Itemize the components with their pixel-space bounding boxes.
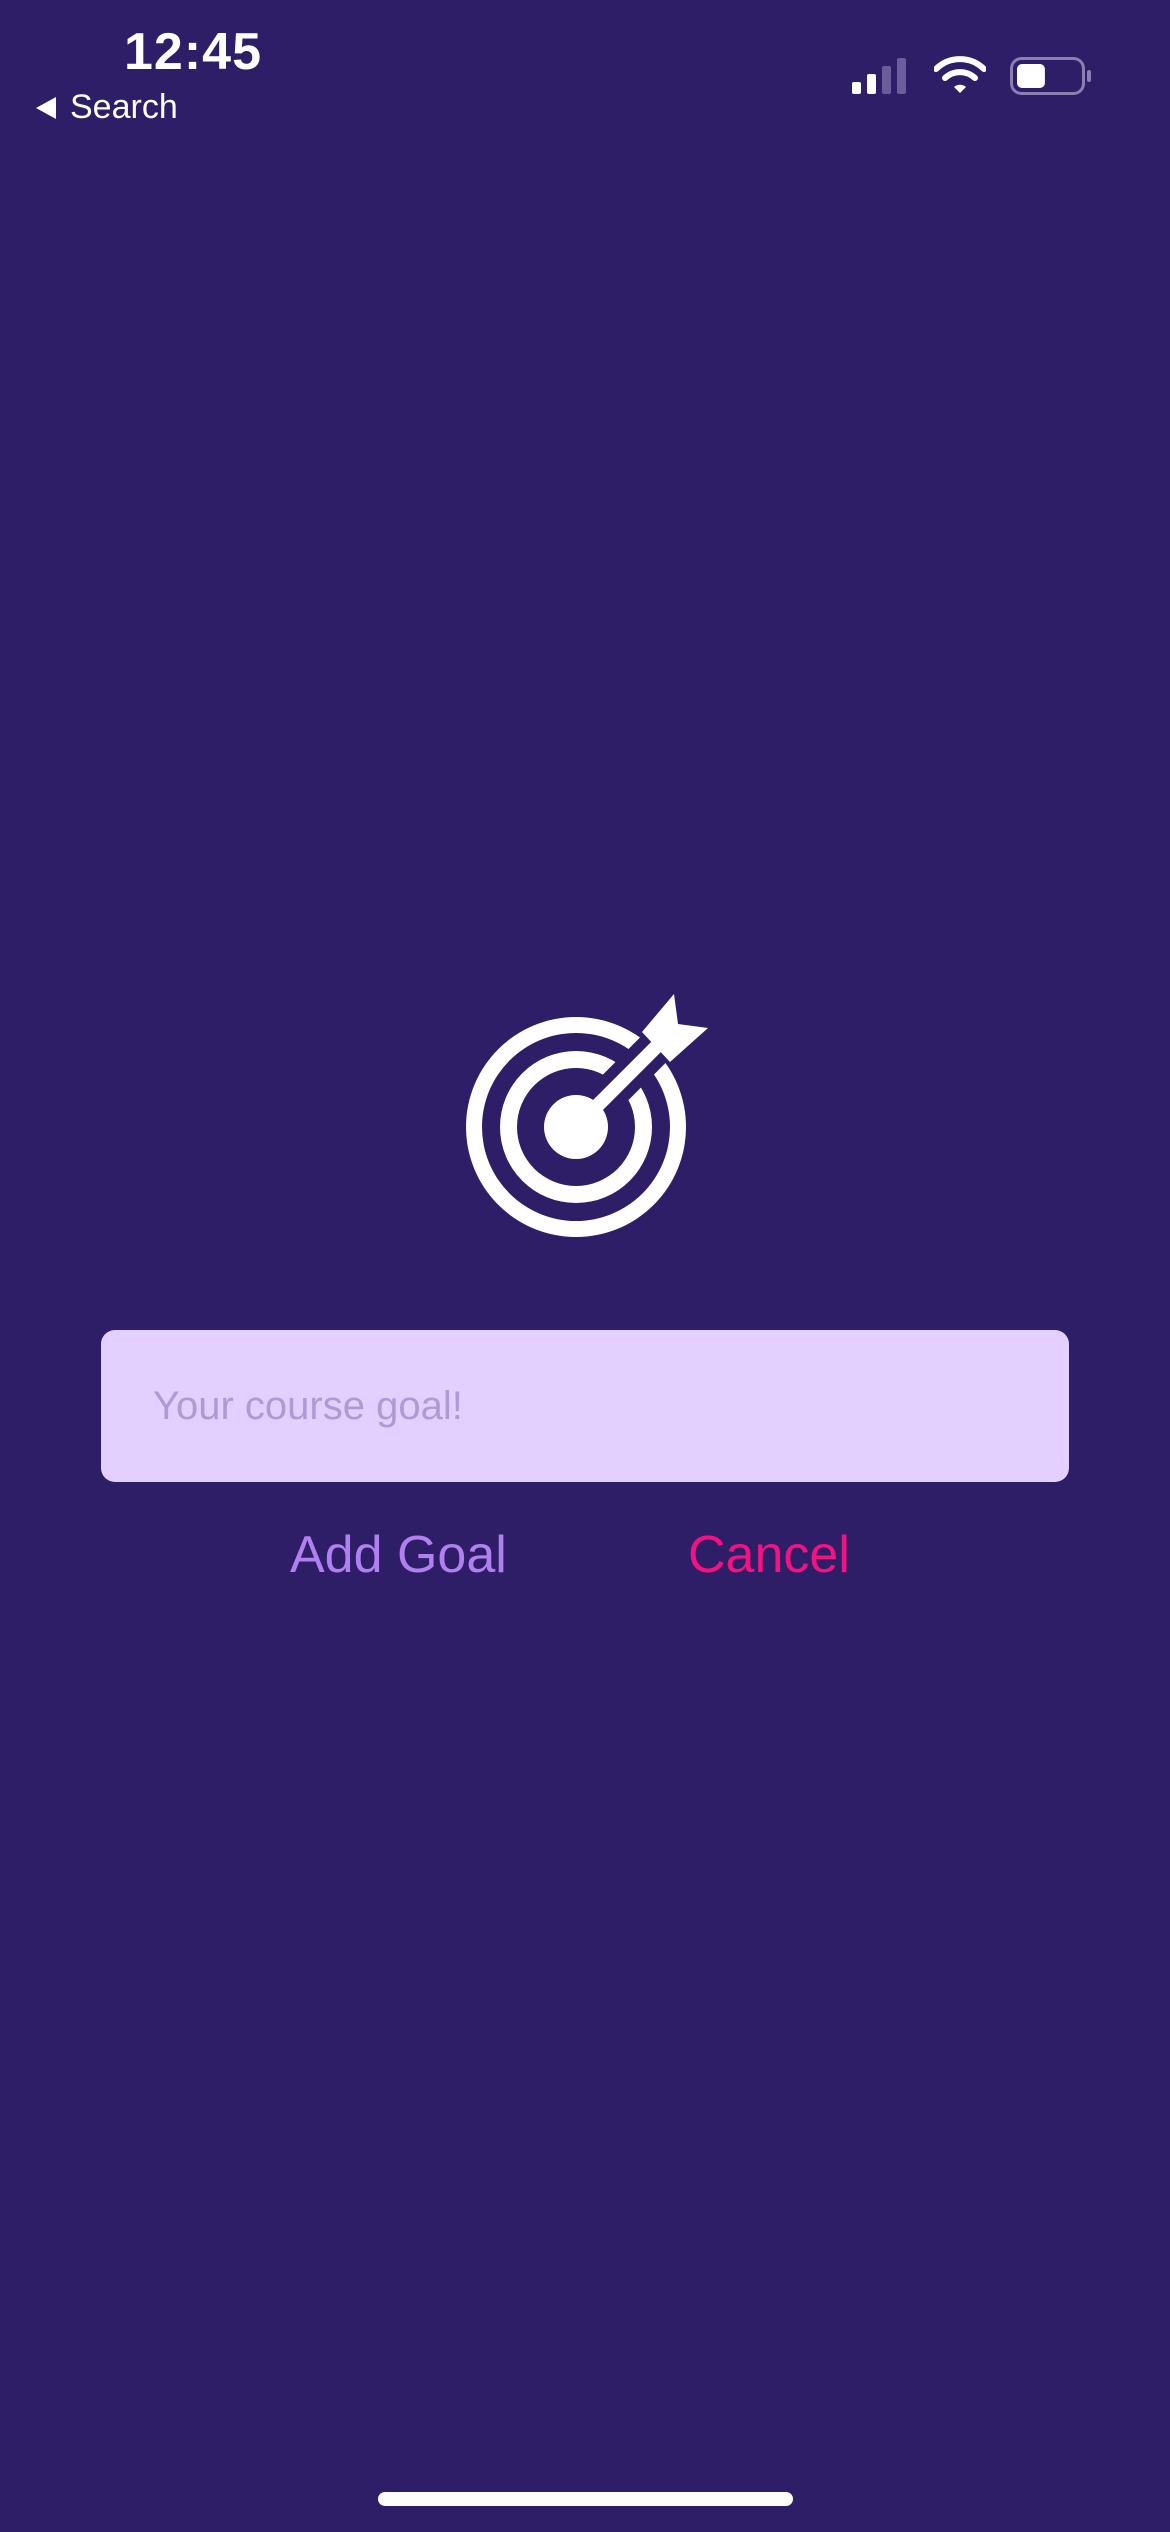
- goal-actions: Add Goal Cancel: [0, 1525, 1170, 1605]
- battery-icon: [1010, 57, 1091, 95]
- add-goal-button[interactable]: Add Goal: [290, 1525, 507, 1585]
- wifi-icon: [934, 56, 986, 93]
- status-bar: 12:45 Search: [0, 0, 1170, 150]
- goal-input[interactable]: [101, 1330, 1069, 1482]
- status-time: 12:45: [124, 23, 262, 81]
- cellular-signal-icon: [852, 58, 906, 94]
- back-to-search-link[interactable]: Search: [36, 88, 178, 127]
- back-arrow-icon: [36, 96, 56, 119]
- target-dart-icon: [466, 994, 708, 1237]
- home-indicator: [378, 2492, 793, 2506]
- cancel-button[interactable]: Cancel: [688, 1525, 850, 1585]
- status-icons: [850, 56, 1092, 96]
- back-link-label: Search: [70, 88, 178, 126]
